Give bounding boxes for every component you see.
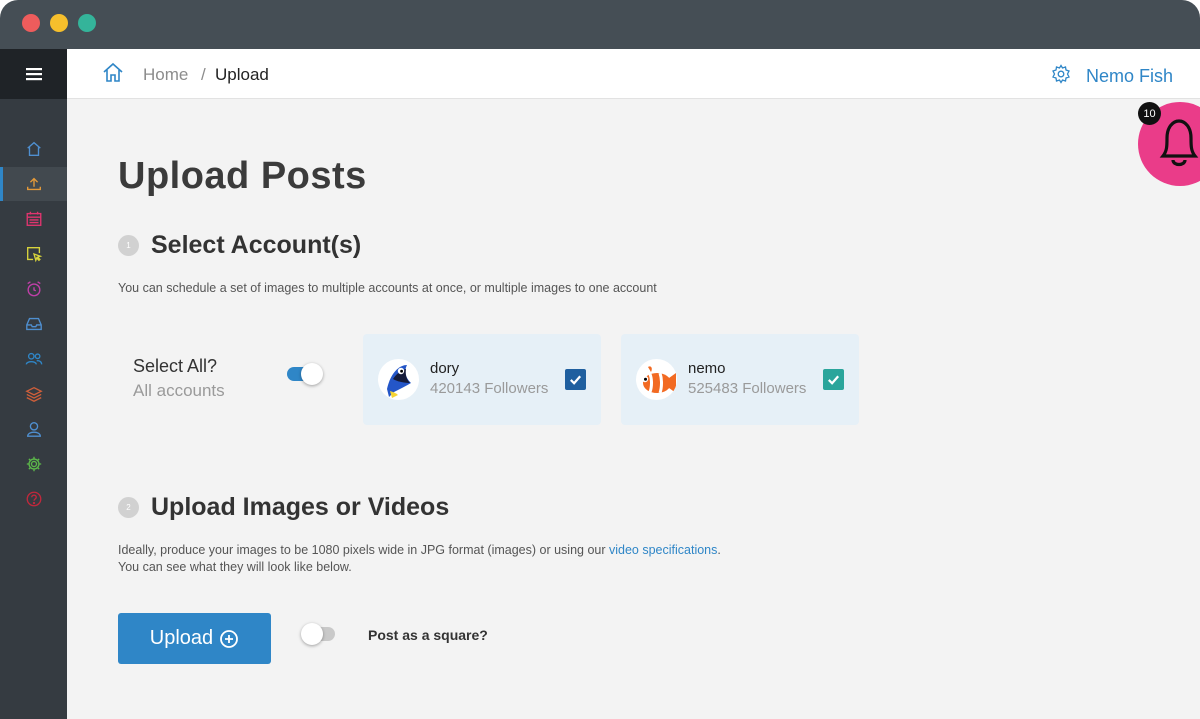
account-card-nemo[interactable]: nemo 525483 Followers — [621, 334, 859, 425]
account-card-dory[interactable]: dory 420143 Followers — [363, 334, 601, 425]
description-text: You can see what they will look like bel… — [118, 560, 352, 574]
select-all-toggle[interactable] — [287, 363, 323, 385]
cursor-icon — [26, 247, 42, 263]
home-icon — [26, 141, 41, 156]
page-title: Upload Posts — [118, 155, 367, 197]
inbox-icon — [25, 317, 42, 331]
user-icon — [26, 422, 41, 437]
maximize-window-button[interactable] — [78, 14, 96, 32]
upload-media-description: Ideally, produce your images to be 1080 … — [118, 542, 721, 576]
layers-icon — [24, 386, 43, 402]
select-all-sublabel: All accounts — [133, 381, 225, 400]
select-accounts-description: You can schedule a set of images to mult… — [118, 281, 657, 295]
select-accounts-heading: Select Account(s) — [151, 231, 362, 259]
account-followers: 420143 Followers — [430, 380, 549, 397]
sidebar — [0, 49, 67, 719]
app-window: Home / Upload Nemo Fish 10 Upload Posts … — [0, 0, 1200, 719]
toggle-knob — [301, 623, 323, 645]
users-icon — [25, 352, 42, 365]
video-specifications-link[interactable]: video specifications — [609, 543, 717, 557]
upload-button-label: Upload — [149, 627, 214, 649]
notification-count-badge: 10 — [1138, 102, 1161, 125]
sidebar-item-home[interactable] — [0, 132, 67, 166]
sidebar-item-inbox[interactable] — [0, 307, 67, 341]
step-number-badge: 1 — [118, 235, 139, 256]
plus-circle-icon — [220, 629, 239, 648]
select-all-label: Select All? — [133, 356, 218, 376]
breadcrumb-separator: / — [201, 65, 206, 84]
help-icon — [26, 491, 41, 507]
account-name: nemo — [688, 360, 726, 377]
upload-button[interactable]: Upload — [118, 613, 271, 664]
settings-gear-icon[interactable] — [1051, 64, 1071, 84]
nemo-avatar — [636, 359, 677, 400]
sidebar-item-alarm[interactable] — [0, 272, 67, 306]
checkmark-icon — [570, 375, 582, 385]
alarm-icon — [26, 281, 41, 297]
hamburger-icon — [25, 68, 42, 81]
home-icon[interactable] — [101, 61, 125, 85]
close-window-button[interactable] — [22, 14, 40, 32]
description-text: Ideally, produce your images to be 1080 … — [118, 543, 609, 557]
user-name-link[interactable]: Nemo Fish — [1086, 66, 1173, 87]
step-number-badge: 2 — [118, 497, 139, 518]
minimize-window-button[interactable] — [50, 14, 68, 32]
upload-icon — [26, 177, 41, 191]
description-text: . — [717, 543, 721, 557]
upload-media-heading: Upload Images or Videos — [151, 493, 450, 521]
sidebar-item-help[interactable] — [0, 482, 67, 516]
checkmark-icon — [828, 375, 840, 385]
post-as-square-label: Post as a square? — [368, 627, 488, 643]
account-checkbox-nemo[interactable] — [823, 369, 844, 390]
menu-toggle-button[interactable] — [0, 49, 67, 99]
post-as-square-toggle[interactable] — [301, 623, 335, 645]
account-followers: 525483 Followers — [688, 380, 807, 397]
window-titlebar — [0, 0, 1200, 49]
calendar-icon — [26, 211, 41, 226]
sidebar-item-users[interactable] — [0, 342, 67, 376]
gear-icon — [26, 456, 41, 472]
dory-avatar — [378, 359, 419, 400]
toggle-knob — [301, 363, 323, 385]
breadcrumb-current: Upload — [215, 65, 269, 84]
account-checkbox-dory[interactable] — [565, 369, 586, 390]
bell-icon — [1159, 119, 1199, 167]
sidebar-item-calendar[interactable] — [0, 202, 67, 236]
sidebar-item-profile[interactable] — [0, 412, 67, 446]
account-name: dory — [430, 360, 460, 377]
breadcrumb-home-link[interactable]: Home — [143, 65, 188, 85]
top-bar: Home / Upload Nemo Fish — [67, 49, 1200, 99]
sidebar-item-select[interactable] — [0, 237, 67, 271]
sidebar-item-settings[interactable] — [0, 447, 67, 481]
sidebar-item-layers[interactable] — [0, 377, 67, 411]
sidebar-item-upload[interactable] — [0, 167, 67, 201]
